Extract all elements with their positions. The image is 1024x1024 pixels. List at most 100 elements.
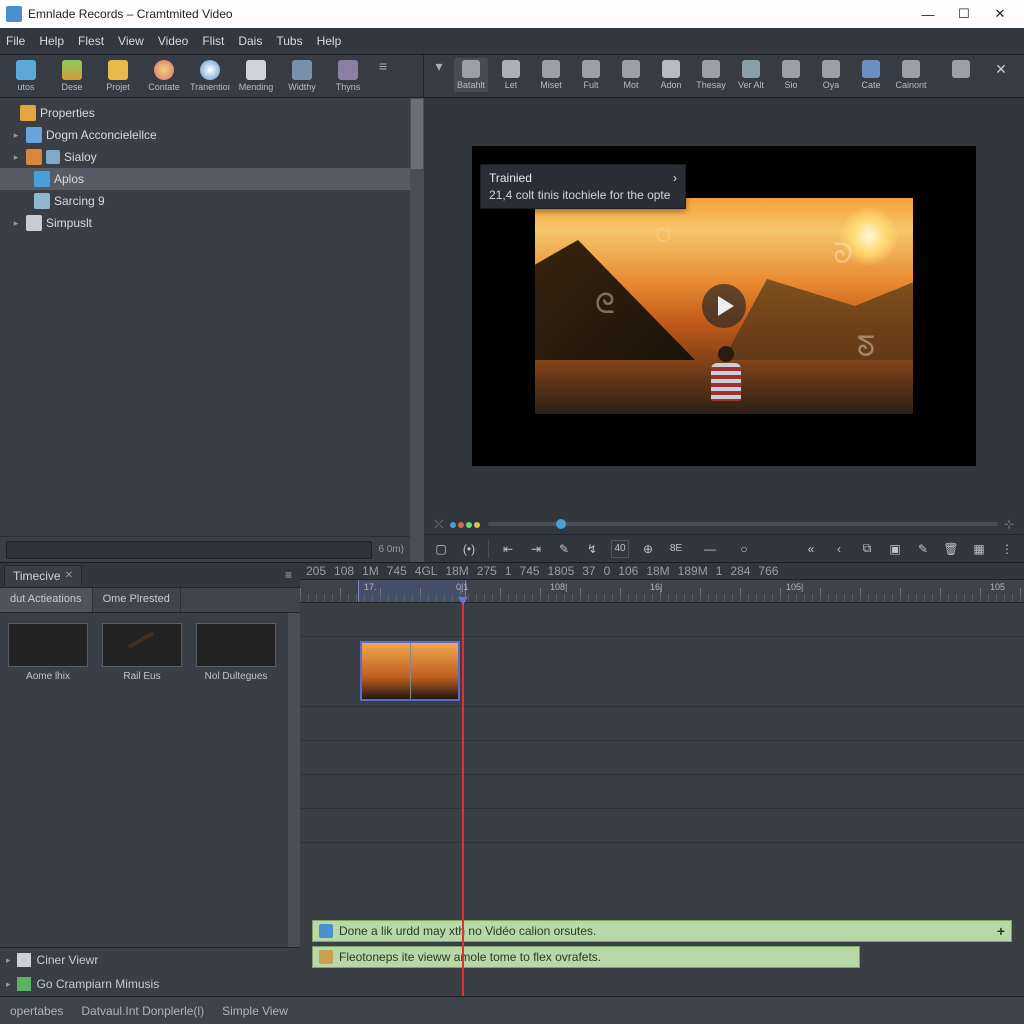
bin-footer-link[interactable]: ▸ Go Crampiarn Mimusis (0, 972, 300, 996)
tool-widthy[interactable]: Widthy (282, 58, 322, 94)
toolbar-overflow[interactable]: ≡ (374, 58, 392, 74)
chevron-icon: ▸ (6, 979, 11, 990)
tool-mot[interactable]: Mot (614, 58, 648, 92)
loop-button[interactable]: (•) (460, 540, 478, 558)
info-icon (319, 924, 333, 938)
snap-button[interactable]: ⧉ (858, 540, 876, 558)
tool-expand[interactable] (944, 58, 978, 80)
tool-cate[interactable]: Cate (854, 58, 888, 92)
tool-contate[interactable]: Contate (144, 58, 184, 94)
menu-item[interactable]: Help (317, 34, 342, 48)
minimize-button[interactable]: — (910, 0, 946, 28)
media-thumbnail (8, 623, 88, 667)
tool-batahlt[interactable]: Batahlt (454, 58, 488, 92)
video-track[interactable] (300, 741, 1024, 775)
circle-icon[interactable]: ○ (735, 540, 753, 558)
video-track[interactable] (300, 603, 1024, 637)
tool-sio[interactable]: Sio (774, 58, 808, 92)
tool-dese[interactable]: Dese (52, 58, 92, 94)
tree-item-selected[interactable]: Aplos (0, 168, 424, 190)
music-icon (702, 60, 720, 78)
more-button[interactable]: ⋮ (998, 540, 1016, 558)
video-monitor[interactable]: ◌ ᘐ ᘕ ᘓ Trainied› 21,4 colt tinis itochi… (472, 146, 976, 466)
video-track[interactable] (300, 637, 1024, 707)
maximize-button[interactable]: ☐ (946, 0, 982, 28)
menu-item[interactable]: Flest (78, 34, 104, 48)
tool-oya[interactable]: Oya (814, 58, 848, 92)
tool-let[interactable]: Let (494, 58, 528, 92)
bin-scrollbar[interactable] (288, 613, 300, 947)
scrub-track[interactable] (488, 522, 998, 526)
menu-item[interactable]: Flist (202, 34, 224, 48)
step-back-button[interactable]: ‹ (830, 540, 848, 558)
video-track[interactable] (300, 809, 1024, 843)
media-item[interactable]: Nol Dultegues (196, 623, 276, 682)
add-icon[interactable]: + (997, 923, 1005, 939)
prev-frame-button[interactable]: ⇤ (499, 540, 517, 558)
chevron-icon[interactable]: ▸ (10, 218, 22, 229)
bin-tab[interactable]: Timecive ✕ (4, 565, 82, 586)
pencil-button[interactable]: ✎ (914, 540, 932, 558)
timeline-clip[interactable] (360, 641, 460, 701)
media-item[interactable]: Aome lhix (8, 623, 88, 682)
tool-fult[interactable]: Fult (574, 58, 608, 92)
window-title: Emnlade Records – Cramtmited Video (28, 7, 233, 21)
tool-veralt[interactable]: Ver Alt (734, 58, 768, 92)
video-track[interactable] (300, 775, 1024, 809)
playhead[interactable] (462, 603, 464, 996)
tool-thesay[interactable]: Thesay (694, 58, 728, 92)
menu-item[interactable]: Video (158, 34, 188, 48)
sidebar-search-input[interactable] (6, 541, 372, 559)
cut-button[interactable]: ✎ (555, 540, 573, 558)
tool-cainont[interactable]: Cainont (894, 58, 928, 92)
chevron-down-icon[interactable]: ▾ (430, 58, 448, 75)
tree-item[interactable]: Sarcing 9 (0, 190, 424, 212)
next-frame-button[interactable]: ⇥ (527, 540, 545, 558)
menu-item[interactable]: Tubs (276, 34, 302, 48)
close-tab-icon[interactable]: ✕ (65, 570, 73, 581)
tool-close-panel[interactable]: ✕ (984, 58, 1018, 80)
tree-root[interactable]: Properties (0, 102, 424, 124)
skip-start-button[interactable]: « (802, 540, 820, 558)
tree-item[interactable]: ▸ Sialoy (0, 146, 424, 168)
chevron-icon[interactable]: ▸ (10, 152, 22, 163)
menu-item[interactable]: View (118, 34, 144, 48)
zoom-button[interactable]: ⊕ (639, 540, 657, 558)
stop-button[interactable]: ▢ (432, 540, 450, 558)
tool-utos[interactable]: utos (6, 58, 46, 94)
timeline-hint[interactable]: Fleotoneps ite vieww amole tome to flex … (312, 946, 860, 968)
tool-thyns[interactable]: Thyns (328, 58, 368, 94)
media-item[interactable]: Rail Eus (102, 623, 182, 682)
scrub-handle-icon[interactable]: ⤫ (434, 517, 444, 532)
trash-button[interactable]: 🗑 (942, 540, 960, 558)
tool-adon[interactable]: Adon (654, 58, 688, 92)
close-button[interactable]: ✕ (982, 0, 1018, 28)
marker-button[interactable]: ▣ (886, 540, 904, 558)
play-button[interactable] (702, 284, 746, 328)
menu-item[interactable]: File (6, 34, 25, 48)
sidebar-scrollbar[interactable] (410, 98, 424, 562)
filter-tab[interactable]: Ome Plrested (93, 588, 181, 612)
tool-projet[interactable]: Projet (98, 58, 138, 94)
tree-item[interactable]: ▸ Dogm Acconcielellce (0, 124, 424, 146)
chevron-right-icon[interactable]: › (673, 171, 677, 185)
timeline-hint[interactable]: Done a lik urdd may xth no Vidéo calion … (312, 920, 1012, 942)
tool-miset[interactable]: Miset (534, 58, 568, 92)
status-bar: opertabes Datvaul.Int Donplerle(l) Simpl… (0, 996, 1024, 1024)
panel-menu-icon[interactable]: ≡ (281, 568, 296, 582)
timeline-tracks[interactable]: Done a lik urdd may xth no Vidéo calion … (300, 603, 1024, 996)
marker-icon[interactable]: ⊹ (1004, 517, 1014, 531)
timeline-ruler[interactable]: 17. 0|1 108| 16| 105| 105 (300, 579, 1024, 603)
menu-item[interactable]: Help (39, 34, 64, 48)
grid-button[interactable]: ▦ (970, 540, 988, 558)
scrub-knob[interactable] (556, 519, 566, 529)
menu-item[interactable]: Dais (238, 34, 262, 48)
chevron-icon[interactable]: ▸ (10, 130, 22, 141)
tree-item[interactable]: ▸ Simpuslt (0, 212, 424, 234)
bin-footer-link[interactable]: ▸ Ciner Viewr (0, 948, 300, 972)
filter-tab[interactable]: dut Actieations (0, 588, 93, 612)
video-track[interactable] (300, 707, 1024, 741)
edit-button[interactable]: ↯ (583, 540, 601, 558)
tool-transition[interactable]: Tranention (190, 58, 230, 94)
tool-mending[interactable]: Mending (236, 58, 276, 94)
